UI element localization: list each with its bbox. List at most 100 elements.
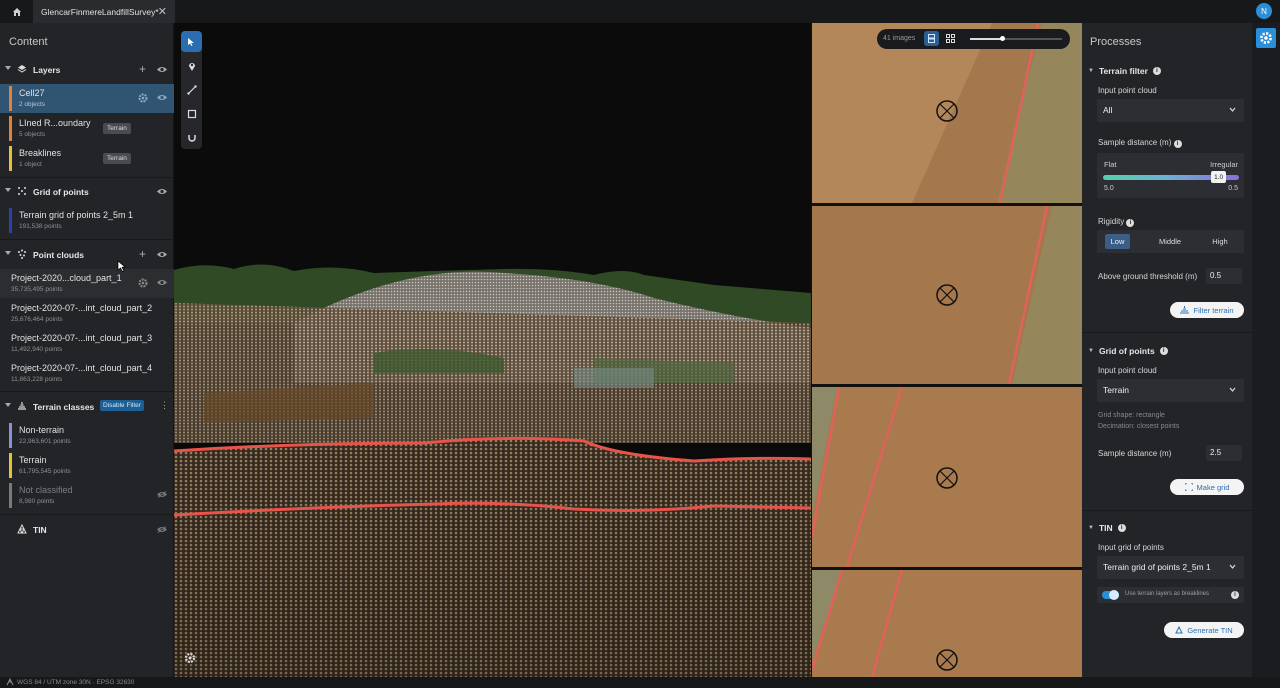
tin-input-select[interactable]: Terrain grid of points 2_5m 1 bbox=[1097, 556, 1244, 579]
grid-input-select[interactable]: Terrain bbox=[1097, 379, 1244, 402]
aerial-image[interactable] bbox=[812, 23, 1082, 203]
info-icon[interactable]: i bbox=[1126, 219, 1135, 227]
layer-item-lined-boundary[interactable]: LIned R...oundary 5 objects Terrain bbox=[0, 114, 174, 143]
zoom-slider[interactable] bbox=[970, 36, 1062, 41]
sample-distance-slider[interactable]: Flat Irregular 1.0 5.0 0.5 bbox=[1097, 153, 1244, 198]
chevron-down-icon[interactable] bbox=[5, 250, 11, 256]
pointcloud-item[interactable]: Project-2020-07-...int_cloud_part_2 25,6… bbox=[0, 299, 174, 328]
pointcloud-item[interactable]: Project-2020-07-...int_cloud_part_4 11,8… bbox=[0, 359, 174, 388]
tin-process-header[interactable]: ▼ TIN i bbox=[1088, 523, 1126, 533]
breaklines-toggle[interactable] bbox=[1102, 590, 1119, 600]
eye-icon[interactable] bbox=[157, 94, 167, 101]
zoom-slider-handle[interactable] bbox=[999, 36, 1005, 41]
grid-sample-input[interactable]: 2.5 bbox=[1206, 445, 1242, 461]
layer-color-bar bbox=[9, 146, 12, 171]
section-divider bbox=[0, 514, 174, 515]
viewport-settings-icon[interactable] bbox=[184, 652, 196, 664]
layers-section-header[interactable]: Layers + bbox=[0, 59, 174, 81]
point-tool-button[interactable] bbox=[181, 55, 202, 76]
info-icon[interactable]: i bbox=[1159, 347, 1168, 355]
make-grid-button[interactable]: Make grid bbox=[1170, 479, 1244, 495]
rigidity-middle-option[interactable]: Middle bbox=[1152, 234, 1188, 249]
slider-gradient-track[interactable]: 1.0 bbox=[1103, 171, 1239, 183]
chevron-down-icon[interactable] bbox=[5, 402, 11, 408]
gear-icon[interactable] bbox=[138, 93, 148, 103]
filter-terrain-button[interactable]: Filter terrain bbox=[1170, 302, 1244, 318]
rigidity-label: Rigidity i bbox=[1098, 217, 1135, 227]
rigidity-low-option[interactable]: Low bbox=[1105, 234, 1130, 249]
magnet-tool-button[interactable] bbox=[181, 127, 202, 148]
aerial-image[interactable] bbox=[812, 387, 1082, 567]
grid-of-points-header[interactable]: ▼ Grid of points i bbox=[1088, 346, 1168, 356]
layer-item-breaklines[interactable]: Breaklines 1 object Terrain bbox=[0, 144, 174, 173]
eye-icon[interactable] bbox=[157, 279, 167, 286]
magnet-icon bbox=[187, 134, 196, 142]
layer-color-bar bbox=[9, 208, 12, 233]
eye-icon[interactable] bbox=[157, 66, 167, 73]
terrain-classes-section-header[interactable]: Terrain classes Disable Filter ⋮ bbox=[0, 396, 174, 418]
class-name: Terrain bbox=[19, 455, 47, 465]
pointcloud-name: Project-2020-07-...int_cloud_part_3 bbox=[11, 333, 153, 343]
gear-icon[interactable] bbox=[138, 278, 148, 288]
eye-icon[interactable] bbox=[157, 251, 167, 258]
info-icon[interactable]: i bbox=[1231, 591, 1239, 599]
aerial-image[interactable] bbox=[812, 570, 1082, 677]
layers-icon bbox=[17, 65, 27, 73]
pointcloud-item[interactable]: Project-2020...cloud_part_1 35,735,495 p… bbox=[0, 269, 174, 298]
eye-hidden-icon[interactable] bbox=[157, 526, 167, 533]
chevron-down-icon[interactable]: ▼ bbox=[1088, 348, 1094, 354]
layer-item-cell27[interactable]: Cell27 2 objects bbox=[0, 84, 174, 113]
disable-filter-button[interactable]: Disable Filter bbox=[100, 400, 144, 411]
chevron-down-icon[interactable] bbox=[5, 65, 11, 71]
images-panel[interactable] bbox=[811, 23, 1082, 677]
aerial-image[interactable] bbox=[812, 206, 1082, 384]
threshold-input[interactable]: 0.5 bbox=[1206, 268, 1242, 284]
select-tool-button[interactable] bbox=[181, 31, 202, 52]
terrain-filter-header[interactable]: ▼ Terrain filter i bbox=[1088, 66, 1161, 76]
info-icon[interactable]: i bbox=[1152, 67, 1161, 75]
chevron-down-icon[interactable] bbox=[5, 187, 11, 193]
add-pointcloud-button[interactable]: + bbox=[139, 247, 146, 261]
tin-section-header[interactable]: TIN bbox=[0, 519, 174, 541]
chevron-down-icon[interactable]: ▼ bbox=[1088, 525, 1094, 531]
close-tab-icon[interactable]: ✕ bbox=[158, 5, 167, 18]
eye-hidden-icon[interactable] bbox=[157, 491, 167, 498]
pointcloud-item[interactable]: Project-2020-07-...int_cloud_part_3 11,4… bbox=[0, 329, 174, 358]
generate-tin-button[interactable]: Generate TIN bbox=[1164, 622, 1244, 638]
terrain-filter-title: Terrain filter bbox=[1098, 66, 1148, 76]
info-icon[interactable]: i bbox=[1173, 140, 1182, 148]
add-layer-button[interactable]: + bbox=[139, 62, 146, 76]
list-view-button[interactable] bbox=[924, 31, 939, 46]
processes-panel: Processes ▼ Terrain filter i Input point… bbox=[1082, 23, 1252, 677]
processes-tab-button[interactable] bbox=[1256, 28, 1276, 48]
input-point-cloud-select[interactable]: All bbox=[1097, 99, 1244, 122]
class-item-not-classified[interactable]: Not classified 8,980 points bbox=[0, 481, 174, 510]
processes-title: Processes bbox=[1090, 36, 1142, 48]
home-button[interactable] bbox=[0, 0, 33, 23]
line-tool-button[interactable] bbox=[181, 79, 202, 100]
grid-section-header[interactable]: Grid of points bbox=[0, 181, 174, 203]
slider-handle[interactable]: 1.0 bbox=[1211, 171, 1227, 183]
grid-name: Terrain grid of points 2_5m 1 bbox=[19, 210, 134, 220]
image-toolbar: 41 images bbox=[877, 29, 1070, 49]
grid-view-button[interactable] bbox=[943, 31, 958, 46]
pointcloud-name: Project-2020...cloud_part_1 bbox=[11, 273, 122, 283]
more-options-icon[interactable]: ⋮ bbox=[160, 400, 169, 411]
breaklines-toggle-row: Use terrain layers as breaklines i bbox=[1097, 587, 1244, 603]
project-tab[interactable]: GlencarFinmereLandfillSurvey* ✕ bbox=[33, 0, 175, 23]
class-item-non-terrain[interactable]: Non-terrain 22,963,601 points bbox=[0, 421, 174, 450]
threshold-label: Above ground threshold (m) bbox=[1098, 272, 1198, 281]
user-avatar[interactable]: N bbox=[1256, 3, 1272, 19]
3d-viewport[interactable] bbox=[174, 23, 811, 677]
polygon-tool-button[interactable] bbox=[181, 103, 202, 124]
class-item-terrain[interactable]: Terrain 61,795,545 points bbox=[0, 451, 174, 480]
chevron-down-icon[interactable]: ▼ bbox=[1088, 68, 1094, 74]
pointclouds-section-header[interactable]: Point clouds + bbox=[0, 244, 174, 266]
grid-item[interactable]: Terrain grid of points 2_5m 1 191,538 po… bbox=[0, 206, 174, 235]
grid-points-icon bbox=[18, 187, 26, 195]
flat-label: Flat bbox=[1104, 160, 1117, 169]
rigidity-high-option[interactable]: High bbox=[1205, 234, 1235, 249]
info-icon[interactable]: i bbox=[1117, 524, 1126, 532]
eye-icon[interactable] bbox=[157, 188, 167, 195]
class-name: Non-terrain bbox=[19, 425, 65, 435]
